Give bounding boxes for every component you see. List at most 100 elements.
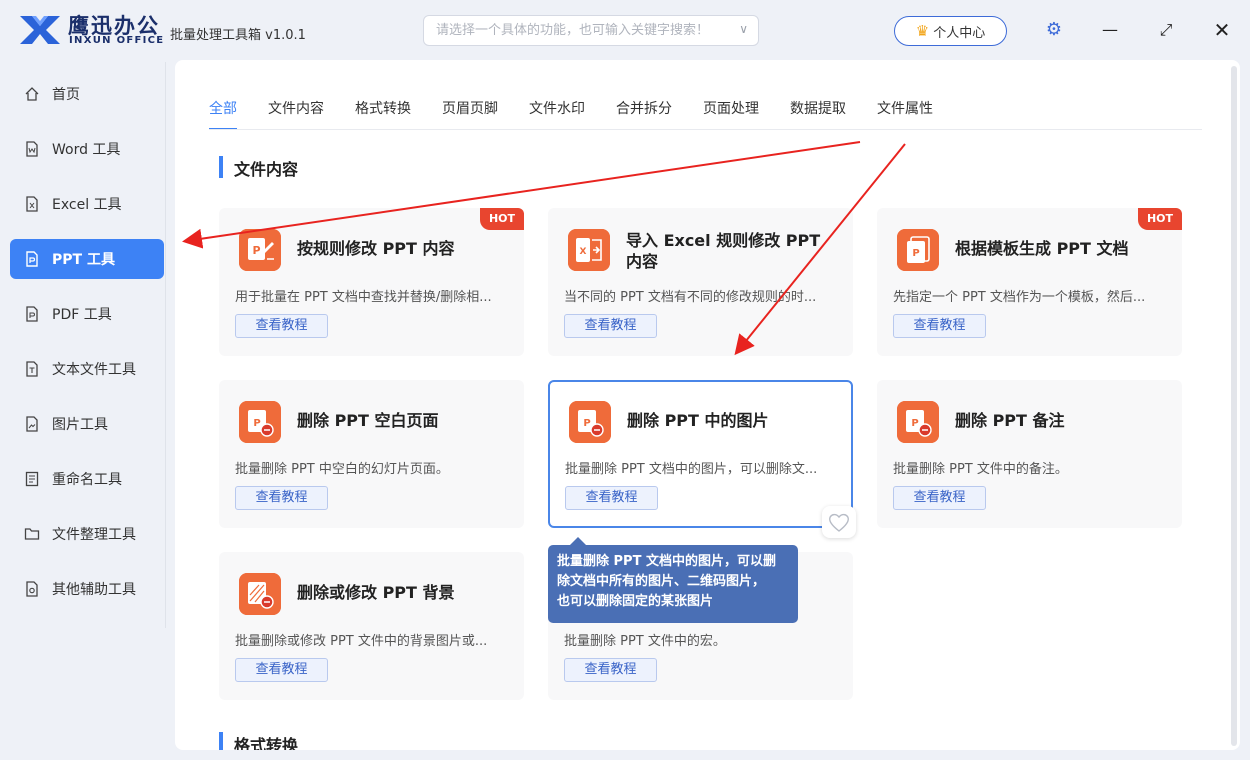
ppt-background-icon [239,573,281,615]
view-tutorial-button[interactable]: 查看教程 [564,314,657,338]
maximize-icon[interactable]: ⤢ [1154,18,1178,42]
card-description: 先指定一个 PPT 文档作为一个模板，然后... [893,290,1146,305]
svg-text:P: P [583,418,590,429]
pdf-file-icon [26,306,38,322]
rename-icon [25,471,39,487]
tab-watermark[interactable]: 文件水印 [529,98,585,130]
tool-card[interactable]: P 按规则修改 PPT 内容 用于批量在 PPT 文档中查找并替换/删除相...… [219,208,524,356]
tab-file-properties[interactable]: 文件属性 [877,98,933,130]
word-file-icon [26,141,38,157]
sidebar-divider [165,62,166,628]
search-box[interactable]: ∨ [423,15,759,46]
svg-text:P: P [253,418,260,429]
tab-format-convert[interactable]: 格式转换 [355,98,411,130]
app-title: 批量处理工具箱 v1.0.1 [170,28,306,43]
card-title: 删除或修改 PPT 背景 [297,583,455,602]
tool-card[interactable]: P 根据模板生成 PPT 文档 先指定一个 PPT 文档作为一个模板，然后...… [877,208,1182,356]
card-title: 删除 PPT 备注 [955,411,1065,430]
hot-badge: HOT [480,208,524,230]
minimize-icon[interactable]: — [1098,18,1122,42]
sidebar-item-image[interactable]: 图片工具 [10,404,164,444]
tab-page-process[interactable]: 页面处理 [703,98,759,130]
tab-merge-split[interactable]: 合并拆分 [616,98,672,130]
card-description: 当不同的 PPT 文档有不同的修改规则的时... [564,290,817,305]
view-tutorial-button[interactable]: 查看教程 [235,658,328,682]
card-title: 删除 PPT 空白页面 [297,411,439,430]
sidebar-item-word[interactable]: Word 工具 [10,129,164,169]
view-tutorial-button[interactable]: 查看教程 [235,486,328,510]
crown-icon: ♛ [915,22,930,40]
sidebar-item-rename[interactable]: 重命名工具 [10,459,164,499]
card-title: 根据模板生成 PPT 文档 [955,239,1129,258]
title-bar: 鹰迅办公 INXUN OFFICE 批量处理工具箱 v1.0.1 ∨ ♛ 个人中… [0,0,1250,62]
hot-badge: HOT [1138,208,1182,230]
ppt-edit-icon: P [239,229,281,271]
gear-icon[interactable]: ⚙ [1044,20,1064,40]
section-title-format: 格式转换 [219,732,298,750]
sidebar-item-folder[interactable]: 文件整理工具 [10,514,164,554]
chevron-down-icon[interactable]: ∨ [739,22,748,36]
view-tutorial-button[interactable]: 查看教程 [564,658,657,682]
card-description: 批量删除 PPT 文件中的宏。 [564,634,726,649]
card-title: 按规则修改 PPT 内容 [297,239,455,258]
tool-card[interactable]: P 删除 PPT 空白页面 批量删除 PPT 中空白的幻灯片页面。 查看教程 [219,380,524,528]
card-description: 批量删除 PPT 文档中的图片，可以删除文... [565,462,818,477]
search-input[interactable] [436,16,726,45]
tool-card[interactable]: P 删除 PPT 备注 批量删除 PPT 文件中的备注。 查看教程 [877,380,1182,528]
inxun-logo-icon [20,16,60,44]
sidebar-item-home[interactable]: 首页 [10,74,164,114]
brand-name-en: INXUN OFFICE [69,35,165,46]
excel-to-ppt-icon: X [568,229,610,271]
sidebar-item-other[interactable]: 其他辅助工具 [10,569,164,609]
sidebar-item-excel[interactable]: Excel 工具 [10,184,164,224]
ppt-delete-notes-icon: P [897,401,939,443]
svg-text:P: P [911,418,918,429]
tool-card-selected[interactable]: P 删除 PPT 中的图片 批量删除 PPT 文档中的图片，可以删除文... 查… [548,380,853,528]
card-description: 批量删除 PPT 中空白的幻灯片页面。 [235,462,449,477]
sidebar-item-ppt[interactable]: PPT 工具 [10,239,164,279]
excel-file-icon [26,196,38,212]
user-center-button[interactable]: ♛ 个人中心 [894,16,1007,46]
section-title-content: 文件内容 [219,156,298,180]
card-description: 批量删除 PPT 文件中的备注。 [893,462,1068,477]
ppt-file-icon [26,251,38,267]
user-center-label: 个人中心 [933,25,986,41]
ppt-delete-icon: P [239,401,281,443]
view-tutorial-button[interactable]: 查看教程 [893,314,986,338]
scrollbar-thumb[interactable] [1231,66,1237,746]
tab-all[interactable]: 全部 [209,98,237,130]
main-panel: 全部 文件内容 格式转换 页眉页脚 文件水印 合并拆分 页面处理 数据提取 文件… [175,60,1240,750]
tab-data-extract[interactable]: 数据提取 [790,98,846,130]
folder-icon [24,528,40,540]
card-title: 导入 Excel 规则修改 PPT 内容 [626,231,821,271]
card-description: 用于批量在 PPT 文档中查找并替换/删除相... [235,290,492,305]
text-file-icon [26,361,38,377]
heart-icon [829,513,849,532]
home-icon [25,87,39,101]
view-tutorial-button[interactable]: 查看教程 [893,486,986,510]
sidebar: 首页 Word 工具 Excel 工具 PPT 工具 PDF 工具 文本文件工具… [0,62,166,760]
card-description: 批量删除或修改 PPT 文件中的背景图片或... [235,634,488,649]
close-icon[interactable]: ✕ [1210,18,1234,42]
sidebar-item-text[interactable]: 文本文件工具 [10,349,164,389]
favorite-button[interactable] [822,506,856,538]
card-title: 删除 PPT 中的图片 [627,411,769,430]
view-tutorial-button[interactable]: 查看教程 [565,486,658,510]
view-tutorial-button[interactable]: 查看教程 [235,314,328,338]
image-file-icon [26,416,38,432]
ppt-template-icon: P [897,229,939,271]
svg-text:X: X [580,247,587,257]
svg-text:P: P [252,244,260,257]
ppt-delete-image-icon: P [569,401,611,443]
svg-text:P: P [912,248,919,259]
tool-card[interactable]: 删除或修改 PPT 背景 批量删除或修改 PPT 文件中的背景图片或... 查看… [219,552,524,700]
tabs-underline [209,129,1202,130]
tab-header-footer[interactable]: 页眉页脚 [442,98,498,130]
card-tooltip: 批量删除 PPT 文档中的图片，可以删 除文档中所有的图片、二维码图片， 也可以… [548,537,798,623]
tab-file-content[interactable]: 文件内容 [268,98,324,130]
sidebar-item-pdf[interactable]: PDF 工具 [10,294,164,334]
tool-card[interactable]: X 导入 Excel 规则修改 PPT 内容 当不同的 PPT 文档有不同的修改… [548,208,853,356]
category-tabs: 全部 文件内容 格式转换 页眉页脚 文件水印 合并拆分 页面处理 数据提取 文件… [209,98,964,130]
tools-icon [26,581,38,597]
scrollbar[interactable] [1229,62,1239,748]
